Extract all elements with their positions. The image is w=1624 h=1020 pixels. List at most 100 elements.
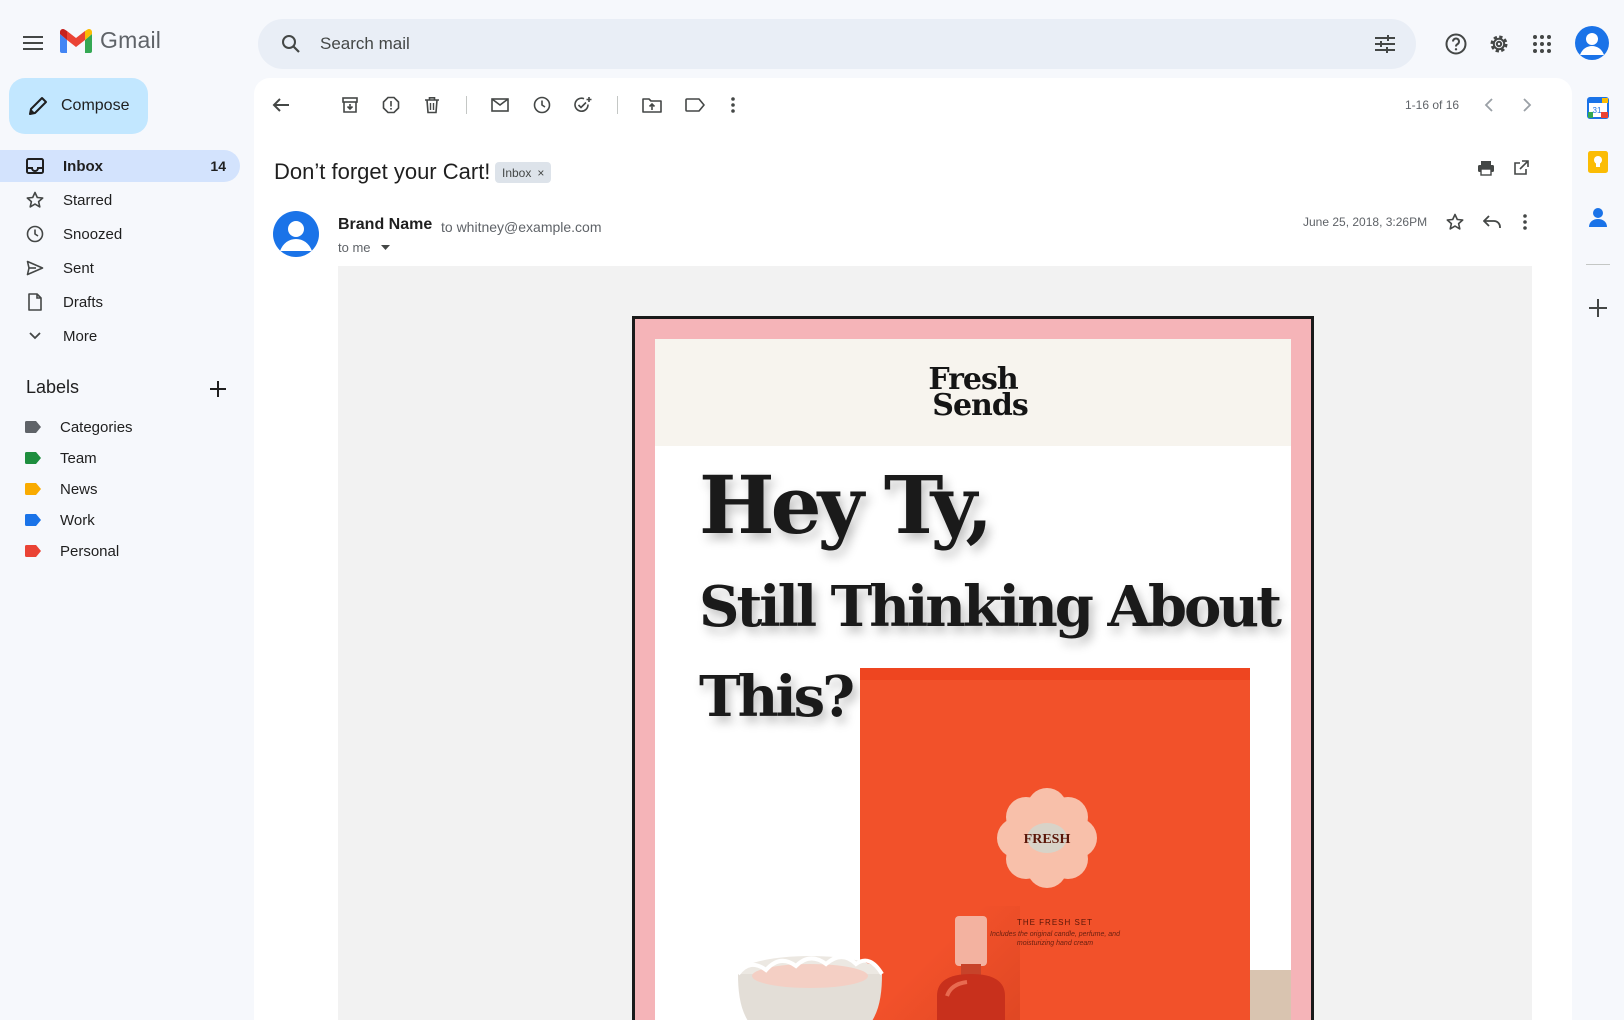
labels-button[interactable]: [680, 90, 710, 120]
apps-grid-icon[interactable]: [1527, 29, 1557, 59]
mail-icon: [491, 98, 509, 112]
search-input[interactable]: [318, 23, 1372, 65]
print-button[interactable]: [1471, 153, 1501, 183]
sidebar-item-sent[interactable]: Sent: [0, 252, 240, 284]
candle-bowl-image: [736, 955, 884, 1020]
calendar-icon[interactable]: 31: [1584, 94, 1612, 122]
chevron-right-icon: [1523, 98, 1532, 112]
send-icon: [25, 258, 45, 278]
badge-text: FRESH: [1024, 832, 1071, 847]
next-button[interactable]: [1512, 90, 1542, 120]
pagination-count: 1-16 of 16: [1405, 98, 1460, 112]
more-actions-button[interactable]: [718, 90, 748, 120]
sender-avatar[interactable]: [273, 211, 319, 257]
email-subheading: Still Thinking About: [699, 574, 1282, 640]
account-avatar[interactable]: [1575, 26, 1609, 60]
chip-label: Inbox: [502, 165, 532, 180]
contacts-icon[interactable]: [1584, 203, 1612, 231]
compose-button[interactable]: Compose: [9, 78, 148, 134]
previous-button[interactable]: [1474, 90, 1504, 120]
open-new-window-button[interactable]: [1506, 153, 1536, 183]
email-subject: Don’t forget your Cart!: [274, 159, 491, 184]
sidebar-item-inbox[interactable]: Inbox 14: [0, 150, 240, 182]
sidebar-item-drafts[interactable]: Drafts: [0, 286, 240, 318]
sender-name[interactable]: Brand Name: [338, 216, 432, 234]
product-title: THE FRESH SET: [1016, 918, 1094, 927]
svg-text:31: 31: [1593, 106, 1602, 115]
flower-badge-icon: FRESH: [997, 788, 1097, 888]
product-box-lid: [860, 668, 1250, 680]
clock-icon: [533, 96, 551, 114]
star-message-button[interactable]: [1440, 207, 1470, 237]
report-icon: [382, 96, 400, 114]
search-icon[interactable]: [278, 31, 304, 57]
sender-address: to whitney@example.com: [441, 219, 602, 235]
email-hero: Hey Ty, Still Thinking About This? FRESH…: [655, 446, 1291, 1020]
trash-icon: [425, 97, 439, 114]
app-name: Gmail: [100, 27, 162, 53]
report-spam-button[interactable]: [376, 90, 406, 120]
move-to-button[interactable]: [637, 90, 667, 120]
chevron-down-icon: [25, 326, 45, 346]
more-vert-icon: [731, 97, 735, 113]
star-icon: [1446, 213, 1464, 230]
label-text: Work: [60, 511, 95, 529]
open-in-new-icon: [1514, 160, 1529, 175]
archive-button[interactable]: [335, 90, 365, 120]
compose-label: Compose: [61, 97, 130, 114]
brand-logo[interactable]: Fresh Sends: [918, 364, 1028, 420]
star-icon: [25, 190, 45, 210]
label-item-news[interactable]: News: [0, 474, 240, 504]
label-tag-icon: [25, 452, 41, 464]
label-item-categories[interactable]: Categories: [0, 412, 240, 442]
label-item-personal[interactable]: Personal: [0, 536, 240, 566]
get-addons-icon[interactable]: [1584, 294, 1612, 322]
main-menu-button[interactable]: [16, 26, 50, 60]
sidebar-item-starred[interactable]: Starred: [0, 184, 240, 216]
message-date: June 25, 2018, 3:26PM: [1303, 215, 1428, 229]
settings-gear-icon[interactable]: [1484, 29, 1514, 59]
plus-icon: [210, 381, 226, 397]
label-tag-icon: [25, 483, 41, 495]
sidebar-item-label: Drafts: [63, 293, 104, 311]
email-newsletter: Fresh Sends Hey Ty, Still Thinking About…: [632, 316, 1314, 1020]
delete-button[interactable]: [417, 90, 447, 120]
draft-icon: [25, 292, 45, 312]
sidebar-item-label: Starred: [63, 191, 113, 209]
dropdown-arrow-icon: [380, 244, 390, 250]
gmail-logo[interactable]: Gmail: [60, 27, 161, 54]
unread-count: 14: [210, 158, 226, 174]
email-brand-header: Fresh Sends: [655, 339, 1291, 446]
perfume-bottle-image: [937, 916, 1005, 1020]
label-text: News: [60, 480, 98, 498]
search-options-icon[interactable]: [1372, 31, 1398, 57]
remove-label-icon[interactable]: ×: [537, 166, 544, 180]
gmail-m-icon: [60, 28, 92, 53]
email-subheading-cont: This?: [699, 664, 855, 730]
add-label-button[interactable]: [206, 377, 230, 401]
keep-notes-icon[interactable]: [1584, 148, 1612, 176]
recipient-details[interactable]: to me: [338, 240, 390, 255]
help-icon[interactable]: [1441, 29, 1471, 59]
label-item-team[interactable]: Team: [0, 443, 240, 473]
snooze-button[interactable]: [527, 90, 557, 120]
back-button[interactable]: [266, 90, 296, 120]
label-tag-icon: [25, 421, 41, 433]
clock-icon: [25, 224, 45, 244]
sidebar-item-label: Snoozed: [63, 225, 123, 243]
message-more-button[interactable]: [1510, 207, 1540, 237]
sidebar-item-more[interactable]: More: [0, 320, 240, 352]
mark-unread-button[interactable]: [485, 90, 515, 120]
side-panel-divider: [1586, 264, 1610, 265]
sidebar-item-snoozed[interactable]: Snoozed: [0, 218, 240, 250]
search-bar[interactable]: [258, 19, 1416, 69]
reply-button[interactable]: [1477, 207, 1507, 237]
toolbar-divider: [617, 96, 618, 114]
chevron-left-icon: [1484, 98, 1493, 112]
inbox-label-chip[interactable]: Inbox ×: [495, 162, 552, 183]
sidebar-item-label: Sent: [63, 259, 94, 277]
label-item-work[interactable]: Work: [0, 505, 240, 535]
label-tag-icon: [25, 514, 41, 526]
hamburger-icon: [23, 36, 43, 50]
add-to-tasks-button[interactable]: [568, 90, 598, 120]
